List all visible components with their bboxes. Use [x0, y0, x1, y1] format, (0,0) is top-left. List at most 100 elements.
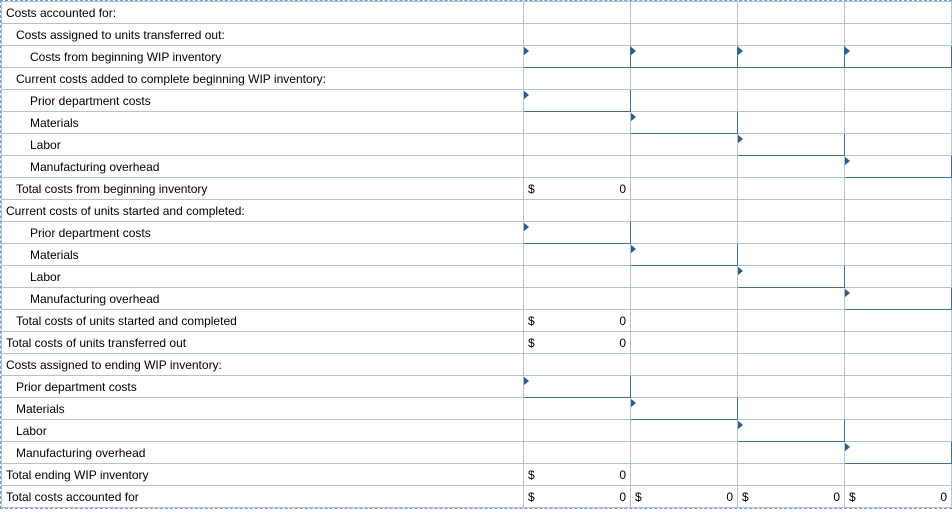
- caret-right-icon: [845, 288, 851, 298]
- empty-cell: [631, 332, 738, 354]
- calculated-total: $0: [631, 486, 738, 508]
- empty-cell: [738, 24, 845, 46]
- table-row: Labor: [2, 134, 952, 156]
- row-label: Prior department costs: [2, 222, 524, 244]
- row-label: Costs assigned to ending WIP inventory:: [2, 354, 524, 376]
- amount-input[interactable]: [845, 156, 952, 178]
- caret-right-icon: [524, 222, 530, 232]
- empty-cell: [524, 2, 631, 24]
- empty-cell: [738, 376, 845, 398]
- amount-input[interactable]: [845, 442, 952, 464]
- caret-right-icon: [738, 420, 744, 430]
- empty-cell: [631, 222, 738, 244]
- empty-cell: [631, 24, 738, 46]
- amount-input[interactable]: [738, 46, 845, 68]
- empty-cell: [738, 90, 845, 112]
- caret-right-icon: [524, 376, 530, 386]
- table-row: Costs assigned to ending WIP inventory:: [2, 354, 952, 376]
- empty-cell: [738, 2, 845, 24]
- amount-value: 0: [833, 490, 840, 504]
- table-row: Manufacturing overhead: [2, 156, 952, 178]
- empty-cell: [631, 288, 738, 310]
- caret-right-icon: [631, 244, 637, 254]
- row-label: Current costs of units started and compl…: [2, 200, 524, 222]
- caret-right-icon: [845, 156, 851, 166]
- amount-value: 0: [619, 468, 626, 482]
- table-row: Materials: [2, 398, 952, 420]
- amount-input[interactable]: [524, 46, 631, 68]
- calculated-total: $0: [524, 178, 631, 200]
- empty-cell: [845, 68, 952, 90]
- table-row: Total costs of units started and complet…: [2, 310, 952, 332]
- row-label: Costs from beginning WIP inventory: [2, 46, 524, 68]
- amount-input[interactable]: [631, 46, 738, 68]
- empty-cell: [524, 24, 631, 46]
- cost-worksheet: Costs accounted for:Costs assigned to un…: [0, 0, 952, 509]
- empty-cell: [845, 178, 952, 200]
- empty-cell: [524, 288, 631, 310]
- empty-cell: [524, 442, 631, 464]
- empty-cell: [631, 420, 738, 442]
- empty-cell: [631, 200, 738, 222]
- table-row: Total costs from beginning inventory$0: [2, 178, 952, 200]
- amount-input[interactable]: [631, 112, 738, 134]
- empty-cell: [738, 354, 845, 376]
- empty-cell: [845, 376, 952, 398]
- amount-input[interactable]: [524, 90, 631, 112]
- empty-cell: [845, 112, 952, 134]
- amount-input[interactable]: [738, 420, 845, 442]
- currency-symbol: $: [528, 314, 535, 328]
- amount-input[interactable]: [845, 46, 952, 68]
- amount-input[interactable]: [631, 244, 738, 266]
- table-row: Costs from beginning WIP inventory: [2, 46, 952, 68]
- row-label: Manufacturing overhead: [2, 288, 524, 310]
- calculated-total: $0: [524, 486, 631, 508]
- empty-cell: [631, 2, 738, 24]
- table-row: Costs accounted for:: [2, 2, 952, 24]
- empty-cell: [738, 442, 845, 464]
- calculated-total: $0: [738, 486, 845, 508]
- empty-cell: [631, 134, 738, 156]
- amount-input[interactable]: [738, 134, 845, 156]
- row-label: Costs assigned to units transferred out:: [2, 24, 524, 46]
- empty-cell: [738, 178, 845, 200]
- empty-cell: [631, 90, 738, 112]
- empty-cell: [631, 442, 738, 464]
- empty-cell: [845, 244, 952, 266]
- empty-cell: [524, 68, 631, 90]
- empty-cell: [631, 178, 738, 200]
- empty-cell: [845, 310, 952, 332]
- empty-cell: [845, 266, 952, 288]
- row-label: Prior department costs: [2, 376, 524, 398]
- empty-cell: [738, 464, 845, 486]
- empty-cell: [845, 398, 952, 420]
- empty-cell: [524, 244, 631, 266]
- empty-cell: [845, 134, 952, 156]
- caret-right-icon: [631, 46, 637, 56]
- row-label: Total ending WIP inventory: [2, 464, 524, 486]
- row-label: Materials: [2, 244, 524, 266]
- empty-cell: [524, 156, 631, 178]
- amount-input[interactable]: [845, 288, 952, 310]
- empty-cell: [845, 464, 952, 486]
- empty-cell: [524, 200, 631, 222]
- amount-value: 0: [940, 490, 947, 504]
- calculated-total: $0: [524, 464, 631, 486]
- amount-input[interactable]: [631, 398, 738, 420]
- calculated-total: $0: [845, 486, 952, 508]
- amount-input[interactable]: [524, 222, 631, 244]
- empty-cell: [631, 354, 738, 376]
- empty-cell: [524, 354, 631, 376]
- empty-cell: [845, 354, 952, 376]
- empty-cell: [845, 90, 952, 112]
- caret-right-icon: [951, 156, 952, 166]
- amount-input[interactable]: [738, 266, 845, 288]
- empty-cell: [631, 310, 738, 332]
- row-label: Labor: [2, 266, 524, 288]
- amount-input[interactable]: [524, 376, 631, 398]
- empty-cell: [631, 266, 738, 288]
- empty-cell: [738, 332, 845, 354]
- table-row: Labor: [2, 266, 952, 288]
- empty-cell: [631, 464, 738, 486]
- row-label: Manufacturing overhead: [2, 442, 524, 464]
